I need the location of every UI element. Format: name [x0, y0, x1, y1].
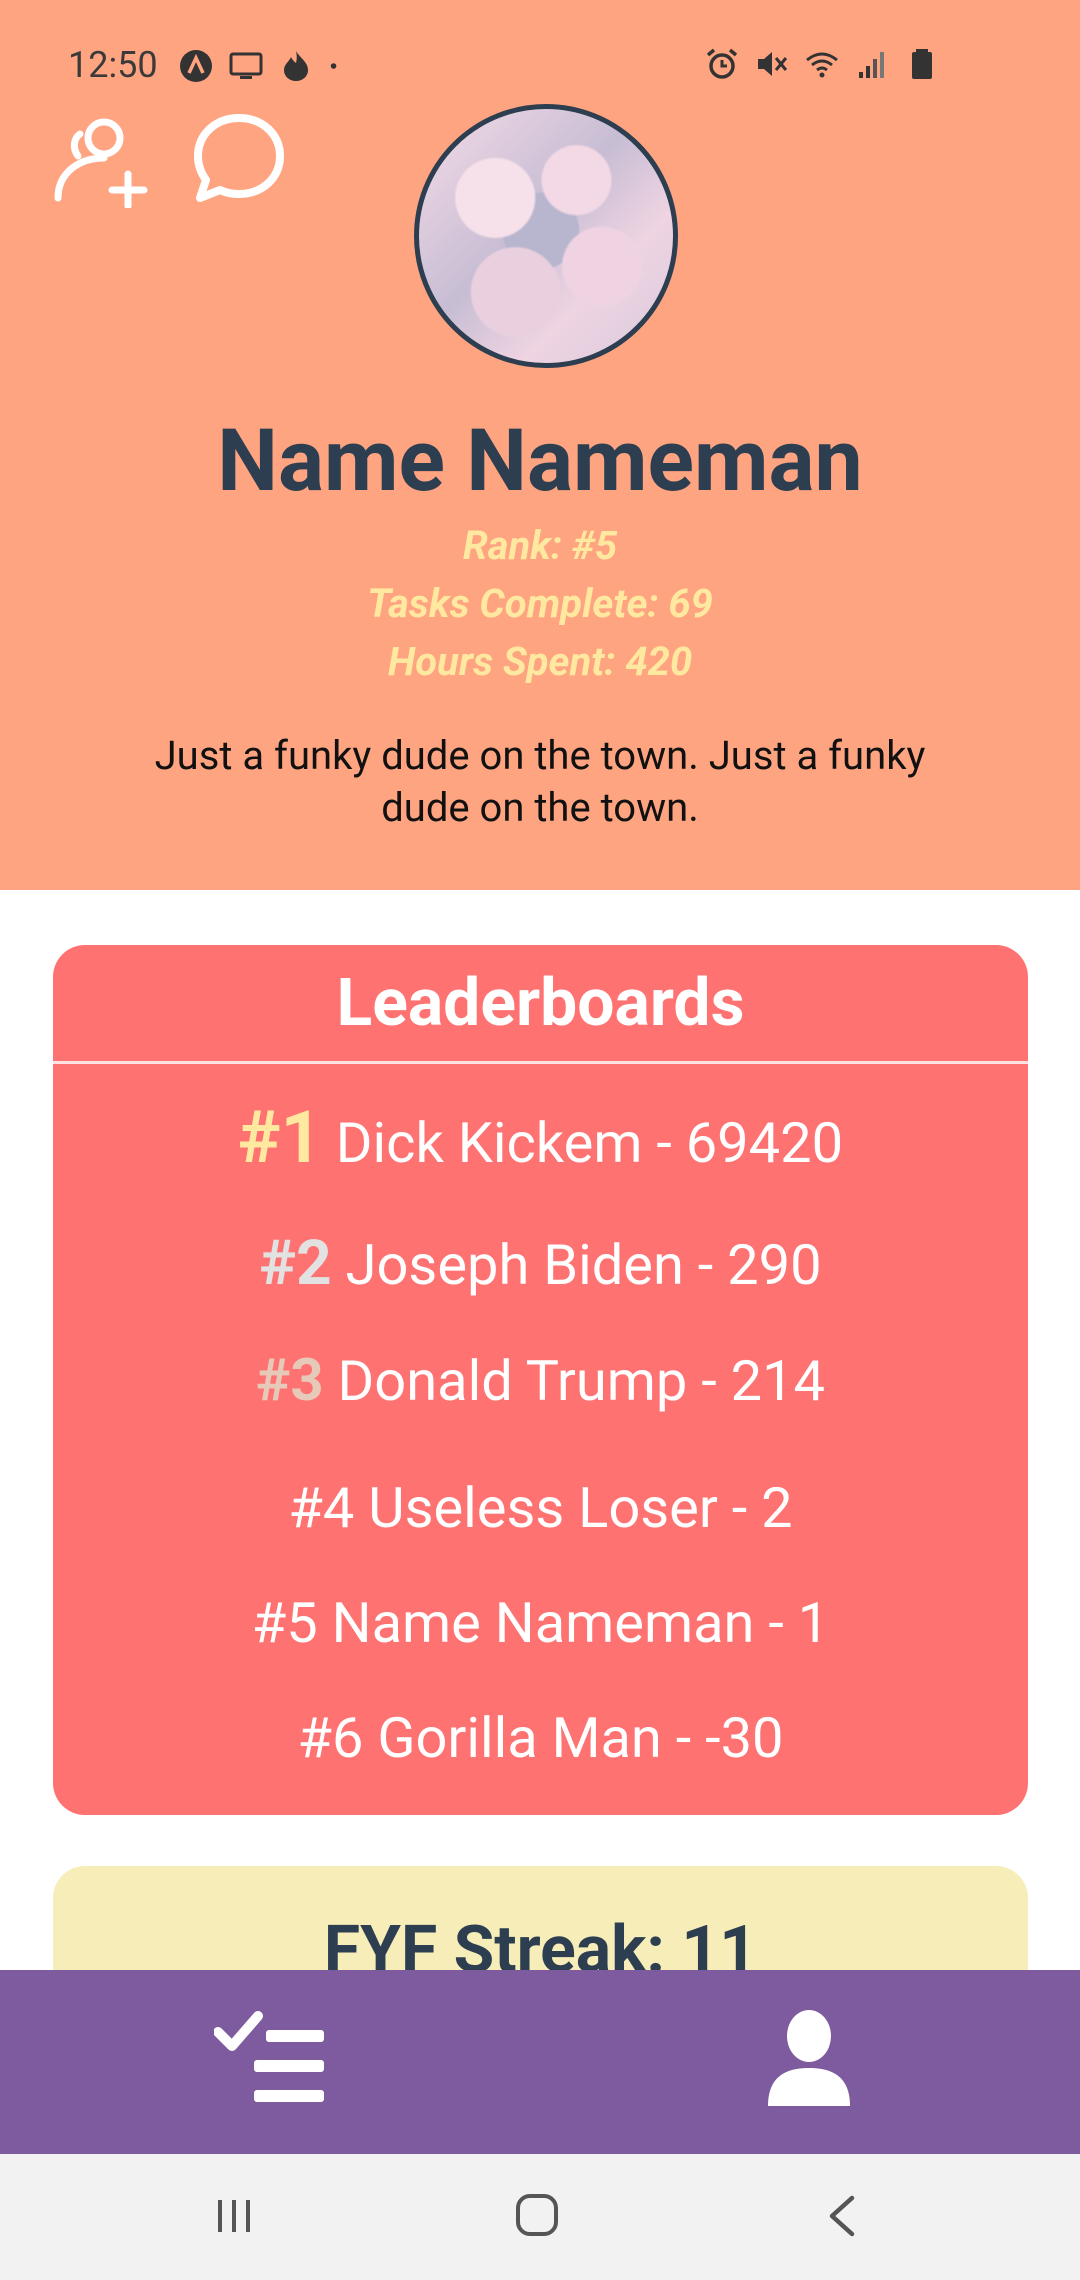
recents-icon[interactable]	[212, 2194, 256, 2238]
leaderboard-divider	[53, 1061, 1028, 1064]
profile-header: 12:50 Name Nameman Rank: #5 Tasks Comple…	[0, 0, 1080, 890]
home-icon[interactable]	[512, 2190, 562, 2240]
status-bar: 12:50	[0, 0, 1080, 100]
back-icon[interactable]	[822, 2192, 862, 2240]
entry-text: Donald Trump - 214	[323, 1348, 826, 1414]
add-friend-icon[interactable]	[52, 112, 152, 208]
fire-icon	[284, 51, 308, 81]
wifi-icon	[806, 52, 838, 78]
leaderboard-entry[interactable]: #6 Gorilla Man - -30	[53, 1705, 1028, 1771]
chat-bubble-icon[interactable]	[192, 112, 286, 206]
leaderboard-title: Leaderboards	[336, 965, 745, 1042]
leaderboard-entry[interactable]: #1 Dick Kickem - 69420	[53, 1095, 1028, 1180]
bottom-nav	[0, 1970, 1080, 2154]
avatar[interactable]	[414, 104, 678, 368]
status-left-icons	[178, 48, 348, 84]
profile-rank: Rank: #5	[462, 522, 618, 569]
mute-icon	[758, 52, 788, 76]
entry-text: Gorilla Man - -30	[363, 1705, 784, 1771]
alarm-icon	[706, 48, 738, 79]
screen-cast-icon	[229, 52, 263, 79]
rank-badge: #1	[237, 1095, 322, 1180]
rank-badge: #2	[259, 1227, 332, 1300]
profile-hours-spent: Hours Spent: 420	[387, 638, 693, 685]
system-nav-bar	[0, 2154, 1080, 2280]
entry-text: Joseph Biden - 290	[331, 1232, 822, 1298]
leaderboard-entry[interactable]: #2 Joseph Biden - 290	[53, 1227, 1028, 1300]
profile-bio: Just a funky dude on the town. Just a fu…	[154, 732, 926, 831]
rank-badge: #3	[255, 1347, 324, 1415]
entry-text: Name Nameman - 1	[317, 1590, 830, 1656]
rank-badge: #6	[297, 1705, 364, 1771]
status-right-icons	[704, 46, 940, 82]
entry-text: Dick Kickem - 69420	[321, 1110, 844, 1176]
leaderboard-entry[interactable]: #4 Useless Loser - 2	[53, 1475, 1028, 1541]
signal-icon	[859, 52, 884, 78]
leaderboard-card: Leaderboards #1 Dick Kickem - 69420 #2 J…	[53, 945, 1028, 1815]
rank-badge: #5	[251, 1590, 318, 1656]
entry-text: Useless Loser - 2	[354, 1475, 793, 1541]
leaderboard-entry[interactable]: #3 Donald Trump - 214	[53, 1347, 1028, 1415]
rank-badge: #4	[288, 1475, 355, 1541]
profile-name: Name Nameman	[217, 410, 863, 511]
battery-icon	[912, 49, 932, 79]
dot-icon	[330, 63, 337, 69]
profile-tasks-complete: Tasks Complete: 69	[367, 580, 713, 627]
profile-person-icon[interactable]	[766, 2008, 852, 2108]
app-a-icon	[180, 50, 212, 82]
tasks-checklist-icon[interactable]	[214, 2010, 326, 2110]
leaderboard-entry[interactable]: #5 Name Nameman - 1	[53, 1590, 1028, 1656]
status-time: 12:50	[68, 44, 158, 86]
